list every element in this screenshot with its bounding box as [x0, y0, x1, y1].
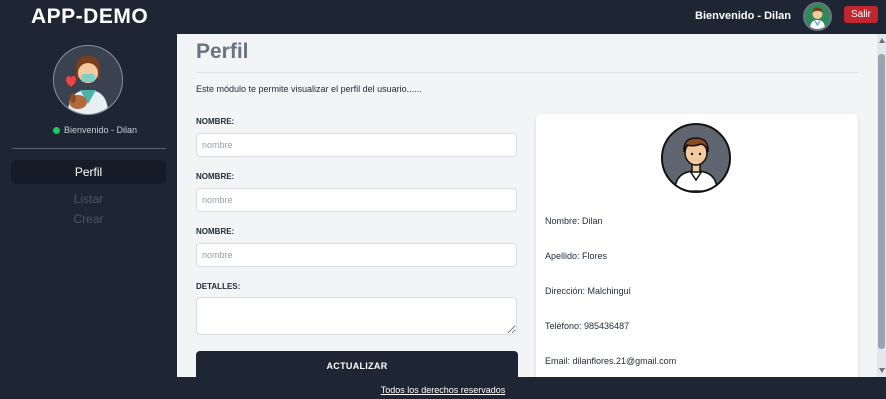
scroll-down-icon[interactable]	[879, 368, 885, 373]
sidebar-avatar	[53, 45, 123, 115]
logout-button[interactable]: Salir	[844, 6, 878, 23]
footer: Todos los derechos reservados	[0, 377, 886, 399]
top-navbar: APP-DEMO Bienvenido - Dilan Salir	[0, 0, 886, 34]
sidebar: Bienvenido - Dilan Perfil Listar Crear	[0, 34, 177, 377]
brand-logo[interactable]: APP-DEMO	[31, 5, 148, 29]
doctor-avatar-icon	[805, 4, 830, 29]
profile-apellido: Apellido: Flores	[545, 251, 608, 261]
sidebar-item-crear[interactable]: Crear	[11, 207, 166, 231]
sidebar-item-perfil[interactable]: Perfil	[11, 160, 166, 184]
scrollbar-thumb[interactable]	[878, 54, 885, 349]
user-avatar-icon	[663, 125, 729, 191]
welcome-text: Bienvenido - Dilan	[695, 10, 791, 22]
profile-nombre: Nombre: Dilan	[545, 216, 603, 226]
update-button[interactable]: ACTUALIZAR	[196, 351, 518, 377]
profile-telefono: Teléfono: 985436487	[545, 321, 630, 331]
profile-card: Nombre: Dilan Apellido: Flores Dirección…	[536, 114, 858, 377]
page-description: Este módulo te permite visualizar el per…	[196, 84, 422, 94]
name-label-3: NOMBRE:	[196, 227, 235, 236]
details-label: DETALLES:	[196, 282, 241, 291]
scroll-up-icon[interactable]	[879, 38, 885, 43]
sidebar-divider	[12, 148, 166, 149]
sidebar-status: Bienvenido - Dilan	[53, 125, 137, 135]
name-label-1: NOMBRE:	[196, 117, 235, 126]
online-status-icon	[53, 126, 60, 134]
footer-rights-link[interactable]: Todos los derechos reservados	[381, 385, 506, 395]
sidebar-status-text: Bienvenido - Dilan	[64, 125, 138, 135]
title-divider	[196, 72, 858, 73]
user-avatar[interactable]	[803, 2, 832, 31]
details-textarea[interactable]	[196, 297, 517, 335]
vertical-scrollbar[interactable]	[877, 34, 886, 377]
main-content: Perfil Este módulo te permite visualizar…	[177, 34, 877, 377]
page-title: Perfil	[196, 40, 249, 63]
profile-avatar	[661, 123, 731, 193]
profile-direccion: Dirección: Malchinguí	[545, 286, 632, 296]
name-label-2: NOMBRE:	[196, 172, 235, 181]
name-input-2[interactable]	[196, 188, 517, 212]
profile-email: Email: dilanflores.21@gmail.com	[545, 356, 677, 366]
vet-doctor-icon	[54, 46, 122, 114]
name-input-1[interactable]	[196, 133, 517, 157]
name-input-3[interactable]	[196, 243, 517, 267]
